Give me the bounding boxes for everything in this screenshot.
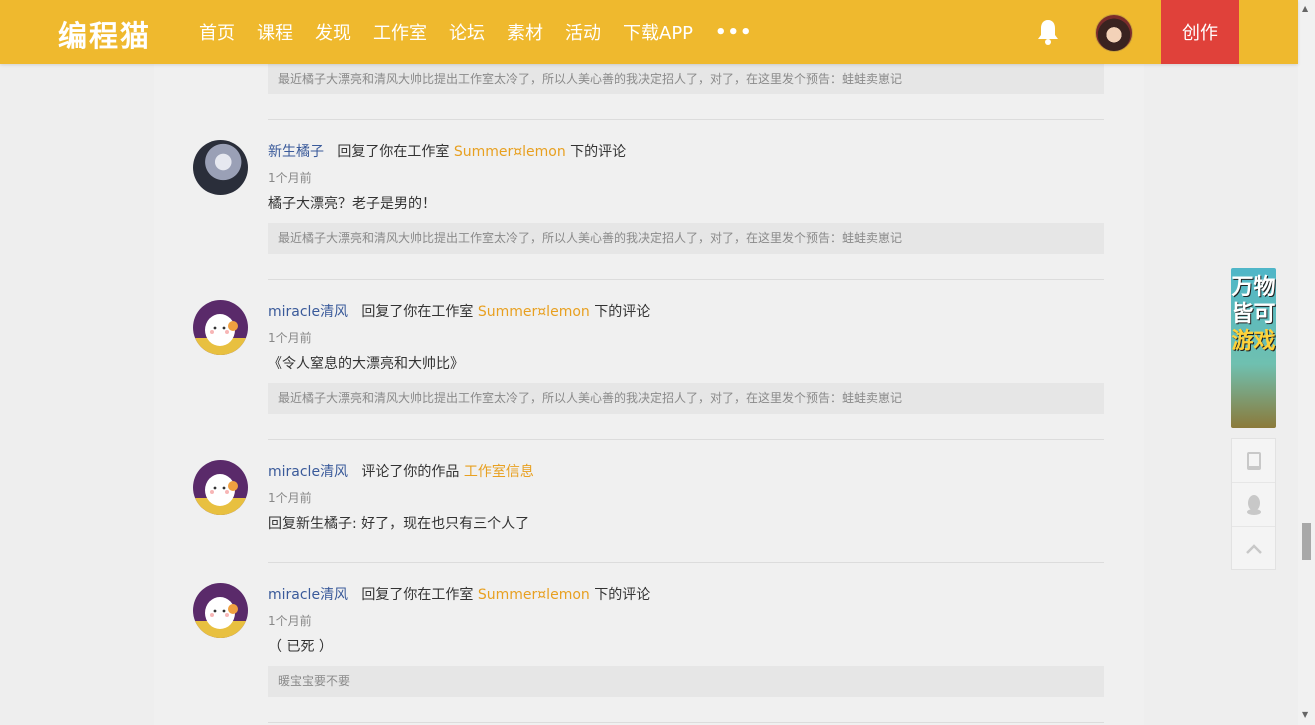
- qq-button[interactable]: [1232, 483, 1275, 527]
- user-avatar[interactable]: [193, 583, 248, 638]
- promo-line-1: 万物: [1231, 275, 1276, 300]
- user-avatar[interactable]: [1095, 14, 1133, 52]
- nav-item-courses[interactable]: 课程: [257, 19, 293, 45]
- username-link[interactable]: 新生橘子: [268, 144, 324, 160]
- nav-item-assets[interactable]: 素材: [507, 19, 543, 45]
- avatar-image: [193, 300, 248, 355]
- divider: [268, 279, 1104, 280]
- avatar-image: [193, 583, 248, 638]
- studio-link[interactable]: Summer¤lemon: [478, 304, 590, 320]
- comment-content: 回复新生橘子: 好了，现在也只有三个人了: [268, 516, 530, 532]
- action-text: 回复了你在工作室: [361, 587, 474, 603]
- mobile-app-button[interactable]: [1232, 439, 1275, 483]
- divider: [268, 562, 1104, 563]
- scroll-up-icon[interactable]: ▲: [1302, 4, 1308, 13]
- scroll-thumb[interactable]: [1302, 523, 1311, 560]
- studio-link[interactable]: Summer¤lemon: [454, 144, 566, 160]
- bell-icon[interactable]: [1036, 18, 1060, 46]
- side-toolbar: [1231, 438, 1276, 570]
- user-avatar[interactable]: [193, 460, 248, 515]
- suffix-text: 下的评论: [594, 587, 651, 603]
- more-menu-icon[interactable]: •••: [715, 22, 753, 43]
- username-link[interactable]: miracle清风: [268, 304, 348, 320]
- promo-line-2: 皆可: [1231, 302, 1276, 327]
- divider: [268, 119, 1104, 120]
- timestamp: 1个月前: [268, 491, 312, 505]
- quote-block: 最近橘子大漂亮和清风大帅比提出工作室太冷了，所以人美心善的我决定招人了，对了，在…: [268, 64, 1104, 94]
- notification-header: miracle清风 回复了你在工作室 Summer¤lemon 下的评论: [268, 301, 650, 321]
- nav-item-forum[interactable]: 论坛: [449, 19, 485, 45]
- site-logo[interactable]: 编程猫: [58, 13, 151, 55]
- nav-item-home[interactable]: 首页: [199, 19, 235, 45]
- create-button[interactable]: 创作: [1161, 0, 1239, 64]
- timestamp: 1个月前: [268, 171, 312, 185]
- studio-link[interactable]: Summer¤lemon: [478, 587, 590, 603]
- quote-block: 最近橘子大漂亮和清风大帅比提出工作室太冷了，所以人美心善的我决定招人了，对了，在…: [268, 383, 1104, 414]
- nav-item-studio[interactable]: 工作室: [373, 19, 427, 45]
- notification-header: 新生橘子 回复了你在工作室 Summer¤lemon 下的评论: [268, 141, 626, 161]
- promo-line-3: 游戏: [1231, 329, 1276, 354]
- notification-header: miracle清风 回复了你在工作室 Summer¤lemon 下的评论: [268, 584, 650, 604]
- action-text: 回复了你在工作室: [361, 304, 474, 320]
- comment-content: 《令人窒息的大漂亮和大帅比》: [268, 356, 464, 372]
- page-scrollbar[interactable]: ▲ ▼: [1298, 0, 1315, 725]
- comment-content: （ 已死 ）: [268, 639, 333, 655]
- nav-item-download-app[interactable]: 下载APP: [623, 19, 693, 45]
- comment-content: 橘子大漂亮？老子是男的！: [268, 196, 436, 212]
- username-link[interactable]: miracle清风: [268, 587, 348, 603]
- work-link[interactable]: 工作室信息: [464, 464, 534, 480]
- quote-block: 暖宝宝要不要: [268, 666, 1104, 697]
- suffix-text: 下的评论: [594, 304, 651, 320]
- avatar-image: [193, 460, 248, 515]
- username-link[interactable]: miracle清风: [268, 464, 348, 480]
- suffix-text: 下的评论: [570, 144, 627, 160]
- top-nav-bar: 编程猫 首页 课程 发现 工作室 论坛 素材 活动 下载APP ••• 创作: [0, 0, 1298, 64]
- nav-item-events[interactable]: 活动: [565, 19, 601, 45]
- divider: [268, 439, 1104, 440]
- timestamp: 1个月前: [268, 331, 312, 345]
- nav-item-discover[interactable]: 发现: [315, 19, 351, 45]
- timestamp: 1个月前: [268, 614, 312, 628]
- quote-block: 最近橘子大漂亮和清风大帅比提出工作室太冷了，所以人美心善的我决定招人了，对了，在…: [268, 223, 1104, 254]
- notification-header: miracle清风 评论了你的作品 工作室信息: [268, 461, 534, 481]
- qq-icon: [1246, 494, 1261, 515]
- promo-banner[interactable]: 万物 皆可 游戏: [1231, 268, 1276, 428]
- user-avatar[interactable]: [193, 140, 248, 195]
- back-to-top-button[interactable]: [1232, 527, 1275, 570]
- user-avatar[interactable]: [193, 300, 248, 355]
- main-nav: 首页 课程 发现 工作室 论坛 素材 活动 下载APP •••: [199, 0, 753, 64]
- tablet-icon: [1246, 451, 1261, 470]
- scroll-down-icon[interactable]: ▼: [1302, 710, 1308, 719]
- chevron-up-icon: [1245, 543, 1262, 554]
- action-text: 评论了你的作品: [361, 464, 460, 480]
- divider: [268, 722, 1104, 723]
- action-text: 回复了你在工作室: [337, 144, 450, 160]
